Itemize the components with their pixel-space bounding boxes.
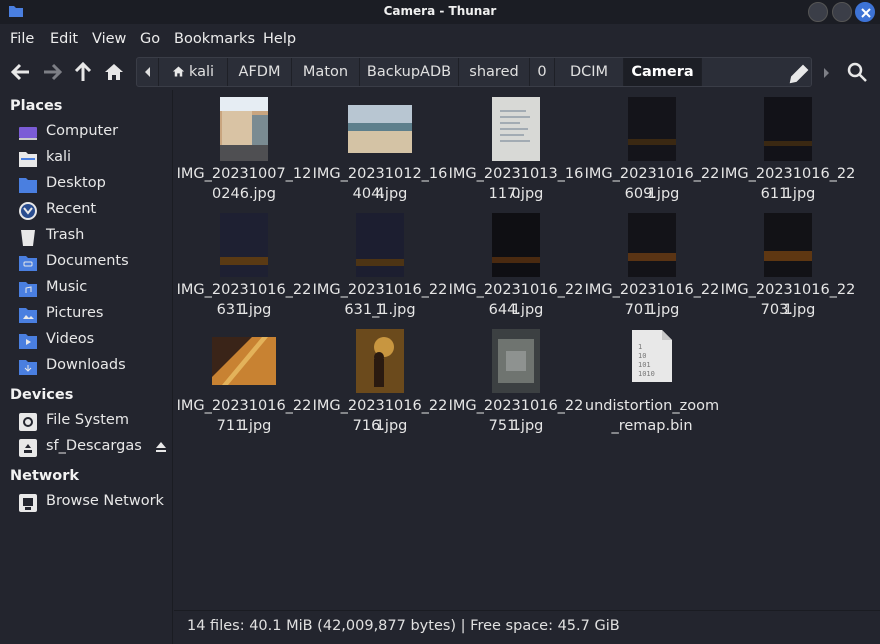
window-title: Camera - Thunar (383, 4, 497, 18)
menu-file[interactable]: File (10, 31, 34, 47)
file-item[interactable]: IMG_20231016_221 751.jpg (448, 328, 584, 444)
svg-text:10: 10 (638, 352, 646, 360)
svg-text:1: 1 (638, 343, 642, 351)
file-item[interactable]: IMG_20231007_12 0246.jpg (176, 96, 312, 212)
file-item[interactable]: IMG_20231016_221 644.jpg (448, 212, 584, 328)
sidebar-item-computer[interactable]: Computer (0, 120, 172, 146)
sidebar-item-downloads[interactable]: Downloads (0, 354, 172, 380)
sidebar-item-trash[interactable]: Trash (0, 224, 172, 250)
crumb-camera[interactable]: Camera (624, 58, 702, 86)
file-item[interactable]: IMG_20231012_164 404.jpg (312, 96, 448, 212)
toolbar: kali AFDM Maton BackupADB shared 0 DCIM … (0, 56, 880, 88)
maximize-button[interactable] (832, 2, 852, 22)
sidebar-item-sf-descargas[interactable]: sf_Descargas (0, 435, 172, 461)
image-thumbnail (628, 213, 676, 277)
crumb-kali[interactable]: kali (159, 58, 228, 86)
image-thumbnail (220, 213, 268, 277)
sidebar-item-documents[interactable]: Documents (0, 250, 172, 276)
image-thumbnail (212, 337, 276, 385)
menu-bar: File Edit View Go Bookmarks Help (0, 26, 880, 54)
sidebar-item-desktop[interactable]: Desktop (0, 172, 172, 198)
file-item[interactable]: IMG_20231016_221 611.jpg (720, 96, 856, 212)
image-thumbnail (628, 97, 676, 161)
sidebar-item-file-system[interactable]: File System (0, 409, 172, 435)
crumb-0[interactable]: 0 (530, 58, 555, 86)
computer-icon (19, 127, 37, 140)
file-item[interactable]: IMG_20231016_221 711.jpg (176, 328, 312, 444)
image-thumbnail (492, 329, 540, 393)
status-text: 14 files: 40.1 MiB (42,009,877 bytes) | … (187, 618, 620, 634)
network-icon (19, 494, 37, 512)
menu-go[interactable]: Go (140, 31, 160, 47)
desktop-folder-icon (19, 178, 37, 193)
svg-text:1010: 1010 (638, 370, 655, 378)
back-arrow-icon[interactable] (9, 60, 33, 84)
sidebar-item-pictures[interactable]: Pictures (0, 302, 172, 328)
image-thumbnail (220, 97, 268, 161)
eject-icon[interactable] (155, 441, 167, 453)
removable-drive-icon (19, 439, 37, 457)
crumb-afdm[interactable]: AFDM (228, 58, 292, 86)
menu-help[interactable]: Help (263, 31, 296, 47)
pencil-edit-icon[interactable] (787, 62, 811, 86)
file-item[interactable]: IMG_20231016_221 609.jpg (584, 96, 720, 212)
home-folder-icon (19, 152, 37, 167)
file-item[interactable]: IMG_20231016_221 701.jpg (584, 212, 720, 328)
file-item[interactable]: IMG_20231016_221 631.jpg (176, 212, 312, 328)
path-scroll-left-button[interactable] (137, 58, 159, 86)
image-thumbnail (356, 213, 404, 277)
sidebar-item-videos[interactable]: Videos (0, 328, 172, 354)
crumb-maton[interactable]: Maton (292, 58, 360, 86)
search-icon[interactable] (845, 60, 869, 84)
image-thumbnail (356, 329, 404, 393)
image-thumbnail (492, 97, 540, 161)
network-heading: Network (10, 468, 80, 484)
sidebar-item-kali[interactable]: kali (0, 146, 172, 172)
title-bar: Camera - Thunar (0, 0, 880, 24)
crumb-backupadb[interactable]: BackupADB (360, 58, 459, 86)
image-thumbnail (492, 213, 540, 277)
svg-text:101: 101 (638, 361, 651, 369)
crumb-dcim[interactable]: DCIM (555, 58, 624, 86)
devices-heading: Devices (10, 387, 74, 403)
home-icon (172, 66, 185, 77)
image-thumbnail (764, 213, 812, 277)
sidebar: Places Computer kali Desktop Recent Tras… (0, 90, 173, 644)
sidebar-item-browse-network[interactable]: Browse Network (0, 490, 172, 516)
sidebar-item-recent[interactable]: Recent (0, 198, 172, 224)
music-folder-icon (19, 282, 37, 297)
binary-file-icon: 1 10 101 1010 (632, 330, 672, 382)
file-item[interactable]: IMG_20231016_221 703.jpg (720, 212, 856, 328)
file-item[interactable]: 1 10 101 1010 undistortion_zoom _remap.b… (584, 328, 720, 444)
trash-icon (21, 230, 35, 246)
up-arrow-icon[interactable] (71, 60, 95, 84)
file-grid: IMG_20231007_12 0246.jpg IMG_20231012_16… (174, 90, 880, 609)
chevron-left-icon (145, 67, 150, 77)
downloads-folder-icon (19, 360, 37, 375)
minimize-button[interactable] (808, 2, 828, 22)
image-thumbnail (348, 105, 412, 153)
image-thumbnail (764, 97, 812, 161)
status-bar: 14 files: 40.1 MiB (42,009,877 bytes) | … (174, 610, 880, 644)
path-bar: kali AFDM Maton BackupADB shared 0 DCIM … (136, 57, 812, 87)
close-button[interactable] (855, 2, 875, 22)
forward-arrow-icon[interactable] (40, 60, 64, 84)
places-heading: Places (10, 98, 63, 114)
menu-view[interactable]: View (92, 31, 126, 47)
crumb-shared[interactable]: shared (459, 58, 530, 86)
drive-icon (19, 413, 37, 431)
file-item[interactable]: IMG_20231016_221 716.jpg (312, 328, 448, 444)
pictures-folder-icon (19, 308, 37, 323)
file-item[interactable]: IMG_20231016_221 631_1.jpg (312, 212, 448, 328)
chevron-right-icon[interactable] (814, 60, 838, 84)
documents-folder-icon (19, 256, 37, 271)
sidebar-item-music[interactable]: Music (0, 276, 172, 302)
menu-bookmarks[interactable]: Bookmarks (174, 31, 255, 47)
recent-clock-icon (19, 202, 37, 220)
home-icon[interactable] (102, 60, 126, 84)
file-item[interactable]: IMG_20231013_160 117.jpg (448, 96, 584, 212)
menu-edit[interactable]: Edit (50, 31, 78, 47)
close-icon (861, 8, 871, 18)
videos-folder-icon (19, 334, 37, 349)
